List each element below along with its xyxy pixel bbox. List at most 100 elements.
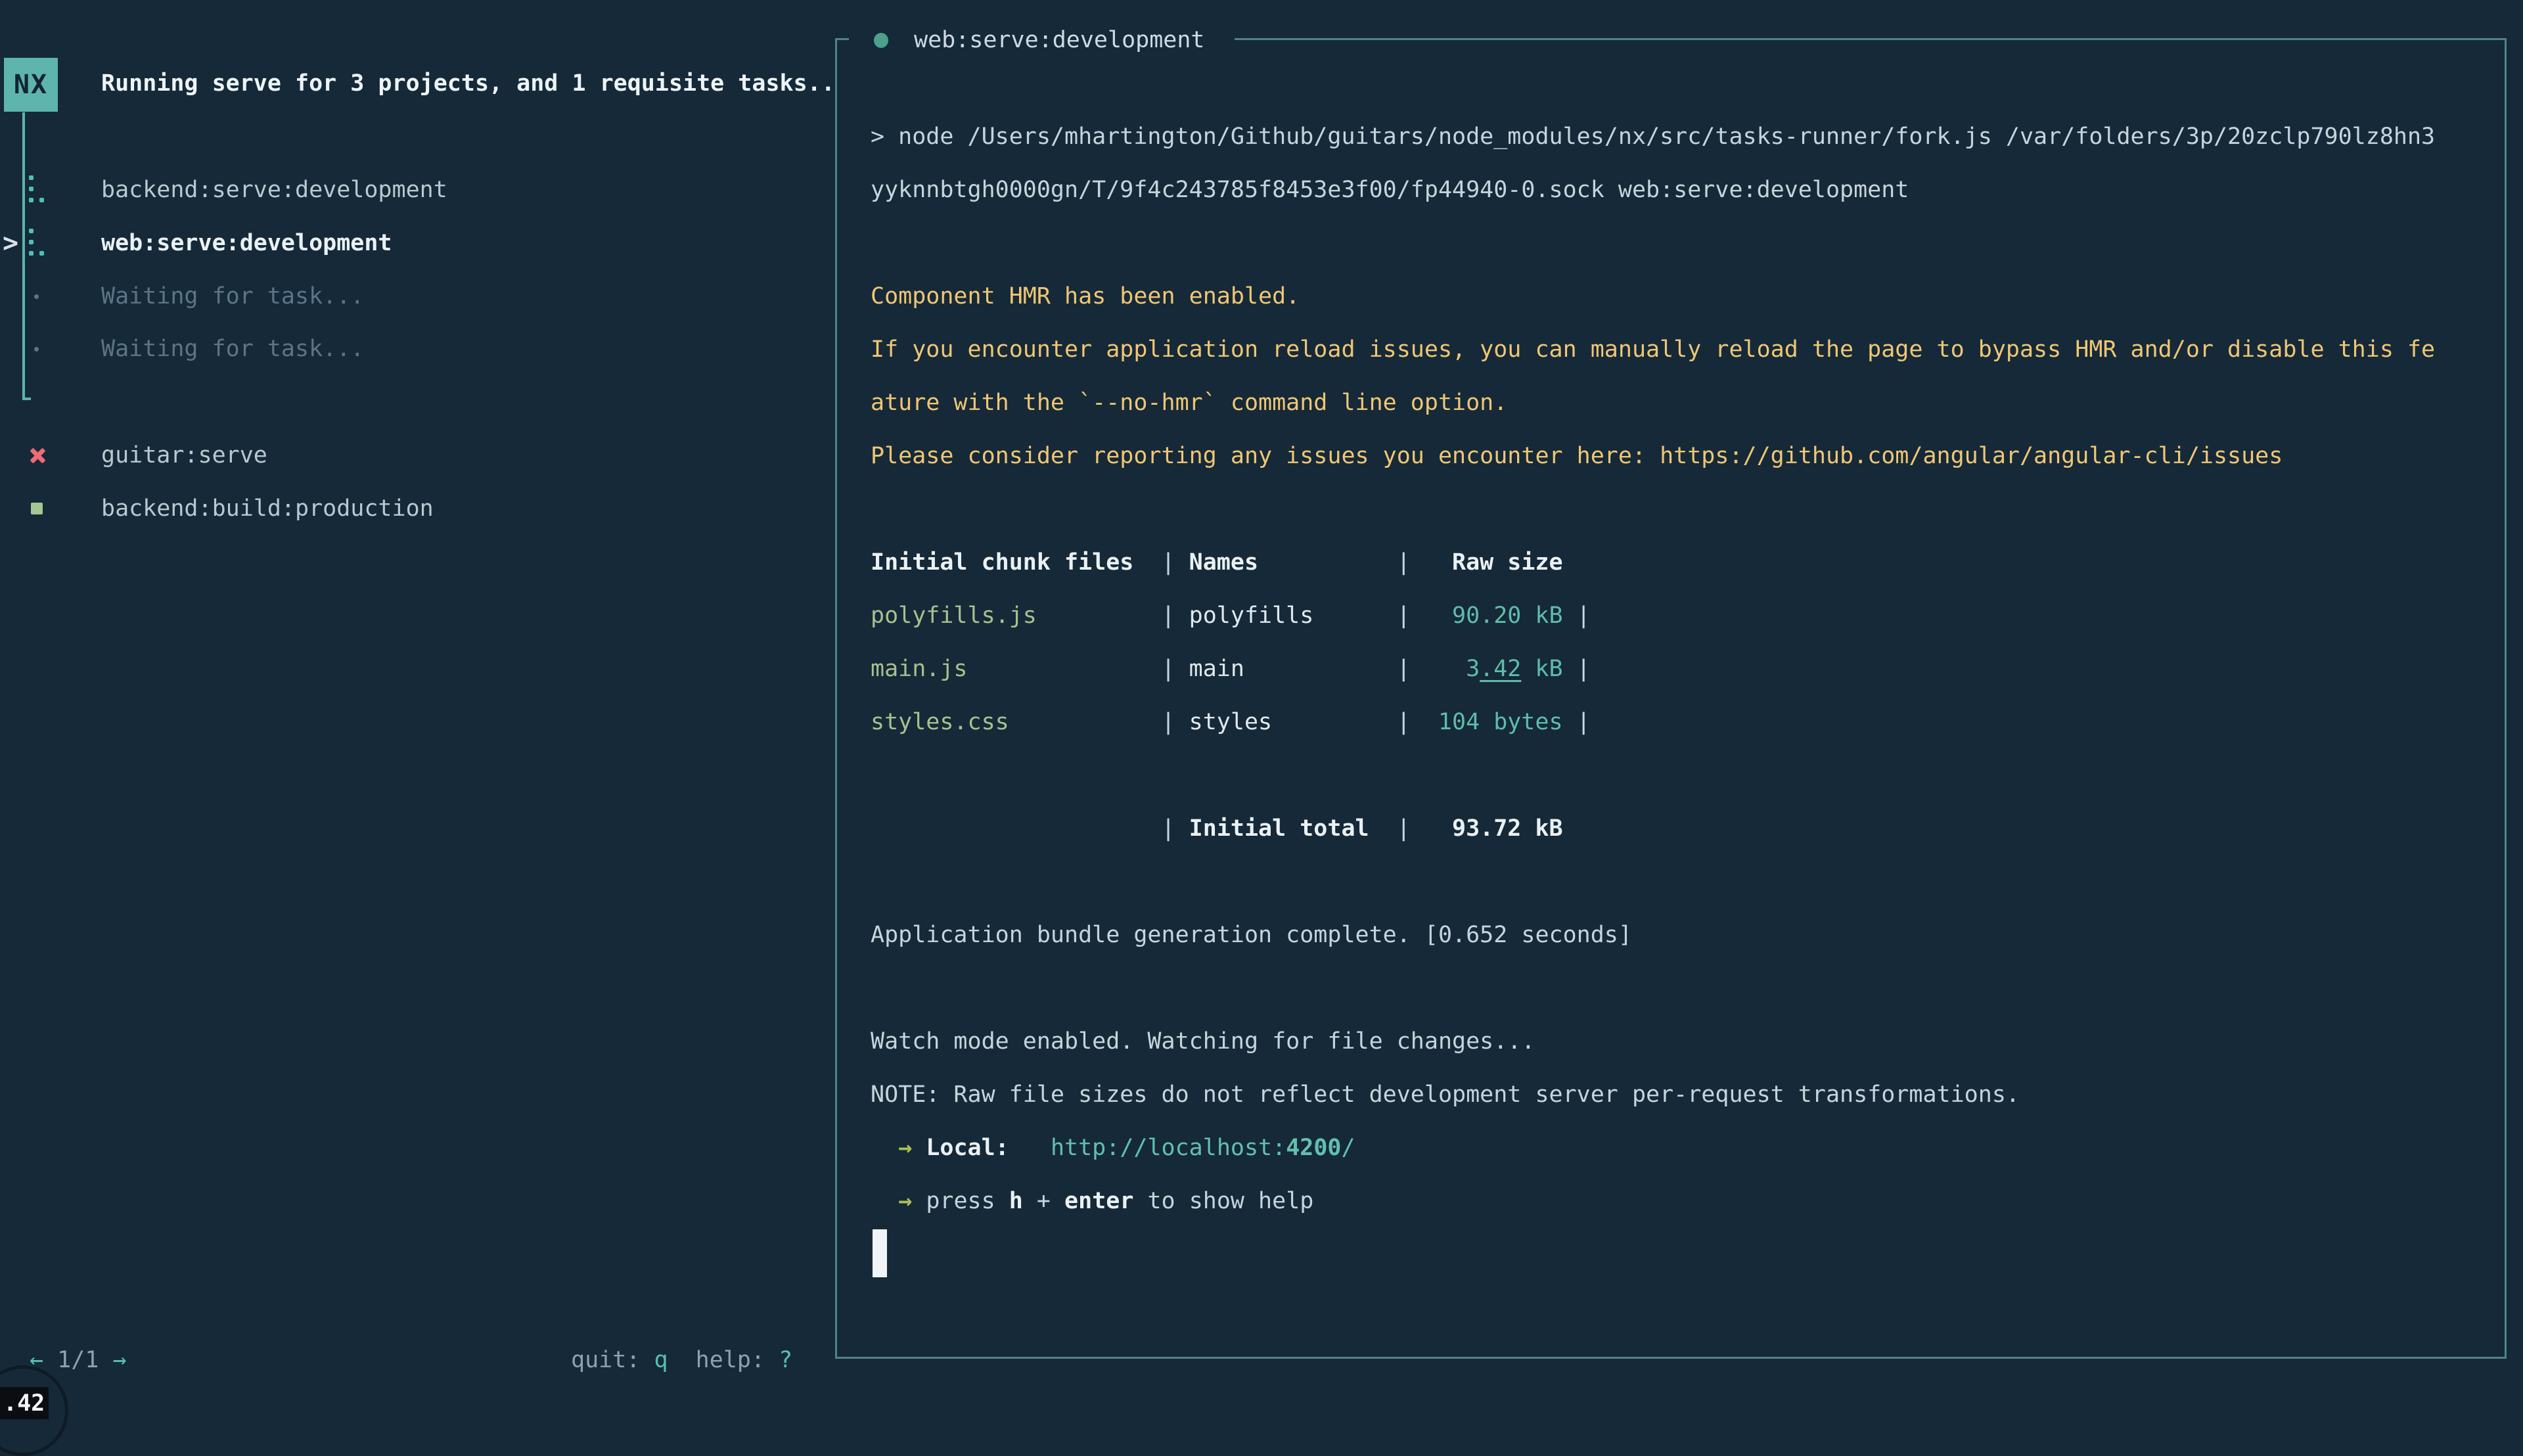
arrow-icon: → xyxy=(898,1135,912,1161)
chunk-file: main.js xyxy=(871,643,1162,696)
help-post: to show help xyxy=(1133,1188,1313,1214)
column-divider: | xyxy=(1162,656,1175,682)
local-url-suffix: / xyxy=(1342,1135,1355,1161)
total-label: Initial total xyxy=(1189,802,1397,855)
pager-position: 1/1 xyxy=(57,1347,99,1373)
task-row-backend-serve[interactable]: backend:serve:development xyxy=(0,164,775,217)
task-label: Waiting for task... xyxy=(101,323,364,376)
task-label-selected: web:serve:development xyxy=(101,217,392,270)
quit-key: q xyxy=(654,1347,668,1373)
nx-tui-screen: { "colors": { "background": "#152938", "… xyxy=(0,0,2523,1419)
terminal-cursor[interactable] xyxy=(873,1229,887,1277)
help-label: help: xyxy=(696,1347,765,1373)
chunk-table-row: main.js| main| 3.42 kB | xyxy=(871,643,2493,696)
hmr-notice-line-1: Component HMR has been enabled. xyxy=(871,270,2493,323)
task-label: backend:build:production xyxy=(101,482,434,535)
local-url-port: 4200 xyxy=(1286,1135,1341,1161)
panel-title: web:serve:development xyxy=(914,27,1205,53)
header-raw-size: Raw size xyxy=(1424,536,1563,589)
column-divider: | xyxy=(1397,815,1411,842)
help-hint-line: → press h + enter to show help xyxy=(871,1175,2493,1228)
nx-logo: NX xyxy=(4,58,58,112)
chunk-size: 104 bytes xyxy=(1424,696,1563,749)
blank-line xyxy=(871,962,2493,1015)
task-row-guitar-serve[interactable]: guitar:serve xyxy=(0,429,775,482)
nx-logo-text: NX xyxy=(14,70,48,100)
task-row-waiting-2[interactable]: Waiting for task... xyxy=(0,323,775,376)
column-divider: | xyxy=(1162,549,1175,576)
corner-overlay-badge: .42 xyxy=(0,1387,49,1419)
pager-next-icon[interactable]: → xyxy=(112,1347,126,1373)
page-title: Running serve for 3 projects, and 1 requ… xyxy=(101,66,835,101)
chunk-name: main xyxy=(1189,643,1397,696)
total-size: 93.72 kB xyxy=(1424,802,1563,855)
chunk-table-total-row: | Initial total| 93.72 kB xyxy=(871,802,2493,855)
waiting-dot-icon xyxy=(34,294,39,299)
local-url-prefix: http://localhost: xyxy=(1051,1135,1286,1161)
arrow-icon: → xyxy=(898,1188,912,1214)
bundle-complete-line: Application bundle generation complete. … xyxy=(871,909,2493,962)
help-key: ? xyxy=(779,1347,792,1373)
terminal-command-line-1: > node /Users/mhartington/Github/guitars… xyxy=(871,110,2493,164)
hmr-notice-line-3: ature with the `--no-hmr` command line o… xyxy=(871,376,2493,430)
corner-overlay-text: .42 xyxy=(3,1390,45,1417)
task-row-web-serve[interactable]: > web:serve:development xyxy=(0,217,775,270)
column-divider: | xyxy=(1397,549,1411,576)
chunk-name: polyfills xyxy=(1189,589,1397,643)
task-label: backend:serve:development xyxy=(101,164,447,217)
row-end-divider: | xyxy=(1577,603,1591,629)
blank-line xyxy=(871,483,2493,536)
blank-line xyxy=(871,217,2493,270)
task-row-backend-build[interactable]: backend:build:production xyxy=(0,482,775,535)
chunk-size: 90.20 kB xyxy=(1424,589,1563,643)
task-tree-line-foot xyxy=(22,398,31,400)
terminal-output: > node /Users/mhartington/Github/guitars… xyxy=(871,110,2493,1281)
chunk-size-pre: 3 xyxy=(1466,656,1480,682)
terminal-command-line-2: yyknnbtgh0000gn/T/9f4c243785f8453e3f00/f… xyxy=(871,164,2493,217)
help-key-h: h xyxy=(1009,1188,1023,1214)
chunk-name: styles xyxy=(1189,696,1397,749)
row-end-divider: | xyxy=(1577,709,1591,735)
task-row-waiting-1[interactable]: Waiting for task... xyxy=(0,270,775,323)
blank-line xyxy=(871,749,2493,802)
task-label: Waiting for task... xyxy=(101,270,364,323)
hmr-notice-line-4: Please consider reporting any issues you… xyxy=(871,430,2493,483)
spinner-icon xyxy=(29,229,46,259)
success-square-icon xyxy=(31,503,43,514)
column-divider: | xyxy=(1162,709,1175,735)
task-output-panel: web:serve:development > node /Users/mhar… xyxy=(835,38,2507,1359)
row-end-divider: | xyxy=(1577,656,1591,682)
help-key-enter: enter xyxy=(1064,1188,1133,1214)
spinner-icon xyxy=(29,175,46,206)
panel-header: web:serve:development xyxy=(849,21,1235,59)
chunk-size-post: kB xyxy=(1521,656,1562,682)
header-names: Names xyxy=(1189,536,1397,589)
column-divider: | xyxy=(1397,656,1411,682)
hmr-notice-line-2: If you encounter application reload issu… xyxy=(871,323,2493,376)
chunk-file: styles.css xyxy=(871,696,1162,749)
help-mid: + xyxy=(1023,1188,1064,1214)
selection-arrow-icon: > xyxy=(3,217,18,270)
help-pre: press xyxy=(926,1188,1009,1214)
shortcut-hints: quit: q help: ? xyxy=(571,1334,792,1387)
watch-mode-line: Watch mode enabled. Watching for file ch… xyxy=(871,1015,2493,1068)
column-divider: | xyxy=(1162,815,1175,842)
blank-line xyxy=(871,855,2493,909)
local-url-line: → Local: http://localhost:4200/ xyxy=(871,1122,2493,1175)
chunk-table-row: styles.css| styles| 104 bytes | xyxy=(871,696,2493,749)
cursor-line xyxy=(871,1228,2493,1281)
column-divider: | xyxy=(1397,603,1411,629)
column-divider: | xyxy=(1162,603,1175,629)
chunk-size-underlined: .42 xyxy=(1480,656,1521,682)
header-files: Initial chunk files xyxy=(871,536,1162,589)
local-label: Local: xyxy=(926,1135,1009,1161)
task-label: guitar:serve xyxy=(101,429,267,482)
note-line: NOTE: Raw file sizes do not reflect deve… xyxy=(871,1068,2493,1122)
failed-x-icon xyxy=(29,447,47,465)
local-url[interactable]: http://localhost:4200/ xyxy=(1051,1135,1355,1161)
column-divider: | xyxy=(1397,709,1411,735)
running-bullet-icon xyxy=(874,33,888,48)
chunk-table-header: Initial chunk files| Names| Raw size xyxy=(871,536,2493,589)
chunk-size: 3.42 kB xyxy=(1424,643,1563,696)
chunk-file: polyfills.js xyxy=(871,589,1162,643)
